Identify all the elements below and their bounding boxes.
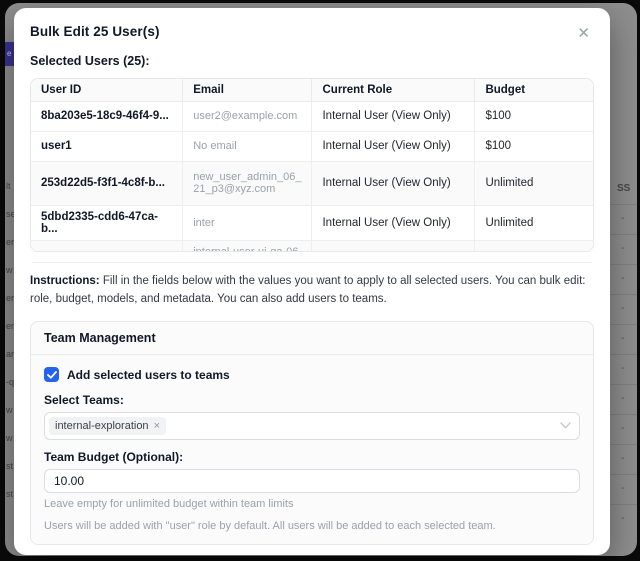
cell-email: No email [183,131,312,161]
selected-users-label: Selected Users (25): [30,54,594,68]
bg-dash-fragment: - [621,324,637,354]
cell-role: Internal User (View Only) [312,101,475,131]
cell-budget: Unlimited [475,205,593,240]
instructions-text: Instructions: Fill in the fields below w… [30,273,594,309]
bg-dash-fragment: - [621,204,637,234]
bg-dash-fragment: - [621,504,637,534]
add-users-checkbox-row: Add selected users to teams [44,366,580,384]
team-role-note: Users will be added with "user" role by … [44,520,580,532]
table-row-clipped: internal-user-ui-qa-06-28- [31,240,593,252]
cell-user-id: 8ba203e5-18c9-46f4-9... [31,101,183,131]
cell-role: Internal User (View Only) [312,131,475,161]
team-tag-label: internal-exploration [55,419,149,433]
cell-email: internal-user-ui-qa-06-28- [183,240,312,252]
section-divider [32,262,592,263]
team-management-card: Team Management Add selected users to te… [30,321,594,545]
cell-role [312,240,475,252]
team-tag: internal-exploration × [49,417,166,435]
chevron-down-icon [560,422,571,429]
bg-dash-fragment: - [621,384,637,414]
cell-role: Internal User (View Only) [312,205,475,240]
table-row: 253d22d5-f3f1-4c8f-b... new_user_admin_0… [31,161,593,205]
col-header-current-role: Current Role [312,79,475,101]
bg-dash-fragment: - [621,234,637,264]
add-users-checkbox[interactable] [44,367,59,382]
cell-email: inter [183,205,312,240]
cell-budget: $100 [475,131,593,161]
bg-dash-fragment: - [621,444,637,474]
close-icon[interactable]: ✕ [577,26,590,41]
budget-help-text: Leave empty for unlimited budget within … [44,498,580,510]
col-header-email: Email [183,79,312,101]
cell-budget: $100 [475,101,593,131]
instructions-label: Instructions: [30,275,100,287]
table-row: 8ba203e5-18c9-46f4-9... user2@example.co… [31,101,593,131]
modal-title: Bulk Edit 25 User(s) [30,24,160,39]
team-select[interactable]: internal-exploration × [44,412,580,440]
instructions-body: Fill in the fields below with the values… [30,275,585,305]
cell-role: Internal User (View Only) [312,161,475,205]
bg-selected-sidebar-item: e [5,42,14,66]
checkmark-icon [47,371,57,379]
team-budget-label: Team Budget (Optional): [44,450,580,464]
table-row: 5dbd2335-cdd6-47ca-b... inter Internal U… [31,205,593,240]
cell-budget: Unlimited [475,161,593,205]
tag-remove-icon[interactable]: × [154,419,160,433]
selected-users-table[interactable]: User ID Email Current Role Budget 8ba203… [30,78,594,252]
cell-email: new_user_admin_06_21_p3@xyz.com [183,161,312,205]
bg-dash-fragment: - [621,414,637,444]
cell-email: user2@example.com [183,101,312,131]
bg-column-header: SS [610,183,637,194]
cell-user-id: 253d22d5-f3f1-4c8f-b... [31,161,183,205]
bg-right-table-column: SS ----------- [610,183,637,534]
select-teams-label: Select Teams: [44,393,580,407]
add-users-checkbox-label: Add selected users to teams [67,368,230,382]
modal-header: Bulk Edit 25 User(s) ✕ [30,24,594,41]
bg-dash-fragment: - [621,474,637,504]
cell-budget [475,240,593,252]
col-header-budget: Budget [475,79,593,101]
bg-dash-fragment: - [621,294,637,324]
table-header-row: User ID Email Current Role Budget [31,79,593,101]
team-budget-input[interactable] [44,469,580,493]
cell-user-id: 5dbd2335-cdd6-47ca-b... [31,205,183,240]
table-row: user1 No email Internal User (View Only)… [31,131,593,161]
col-header-user-id: User ID [31,79,183,101]
cell-user-id: user1 [31,131,183,161]
bg-dash-fragment: - [621,264,637,294]
bg-dash-fragment: - [621,354,637,384]
team-management-body: Add selected users to teams Select Teams… [31,355,593,544]
bulk-edit-modal: Bulk Edit 25 User(s) ✕ Selected Users (2… [14,8,610,555]
team-management-title: Team Management [31,322,593,355]
bg-right-dashes: ----------- [610,204,637,534]
cell-user-id [31,240,183,252]
